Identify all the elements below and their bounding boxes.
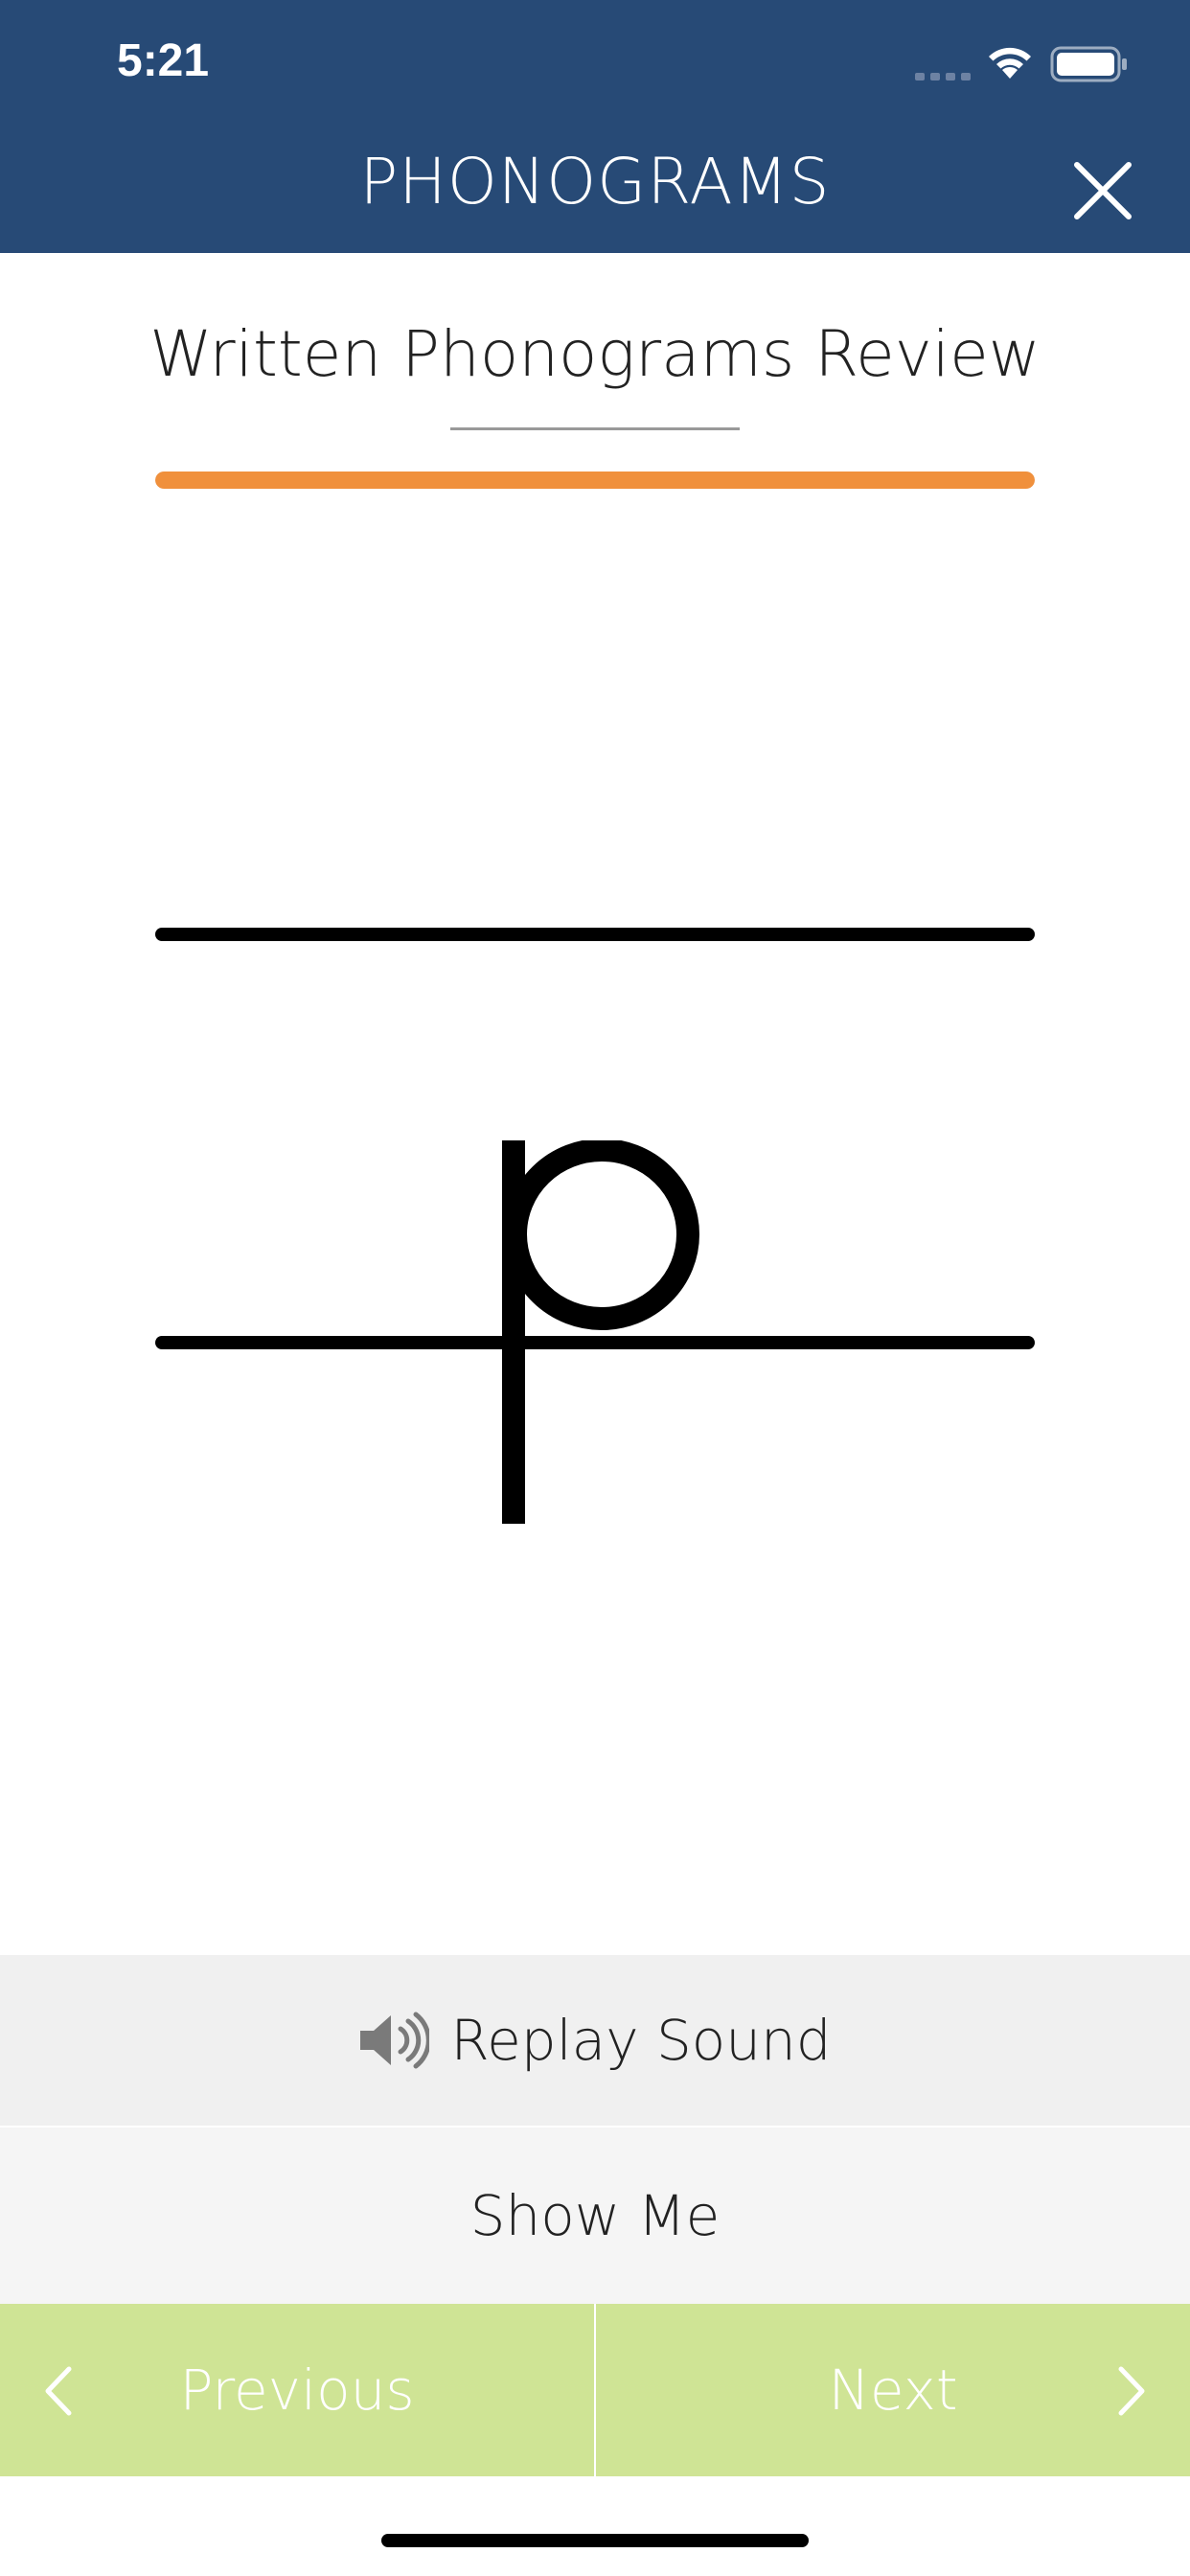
nav-title: PHONOGRAMS (359, 145, 831, 218)
next-label: Next (828, 2358, 958, 2423)
header-bar: 5:21 PHONOGRAMS (0, 0, 1190, 253)
progress-fill (155, 472, 1035, 489)
title-underline (450, 427, 740, 430)
replay-sound-label: Replay Sound (450, 2008, 832, 2073)
battery-icon (1050, 46, 1127, 82)
replay-sound-button[interactable]: Replay Sound (0, 1955, 1190, 2128)
phonogram-letter (502, 1140, 699, 1524)
previous-button[interactable]: Previous (0, 2304, 594, 2476)
cellular-signal-icon (915, 73, 971, 80)
chevron-left-icon (45, 2366, 72, 2416)
speaker-icon (360, 2012, 430, 2069)
wifi-icon (989, 47, 1031, 79)
progress-bar (155, 472, 1035, 489)
home-indicator (381, 2534, 809, 2547)
close-icon[interactable] (1071, 159, 1134, 222)
show-me-button[interactable]: Show Me (0, 2128, 1190, 2304)
next-button[interactable]: Next (596, 2304, 1190, 2476)
previous-label: Previous (179, 2358, 415, 2423)
top-guide-line (155, 928, 1035, 941)
status-time: 5:21 (117, 35, 210, 86)
page-title: Written Phonograms Review (149, 317, 1041, 391)
bottom-navigation: Previous Next (0, 2304, 1190, 2476)
show-me-label: Show Me (469, 2183, 721, 2248)
chevron-right-icon (1118, 2366, 1145, 2416)
